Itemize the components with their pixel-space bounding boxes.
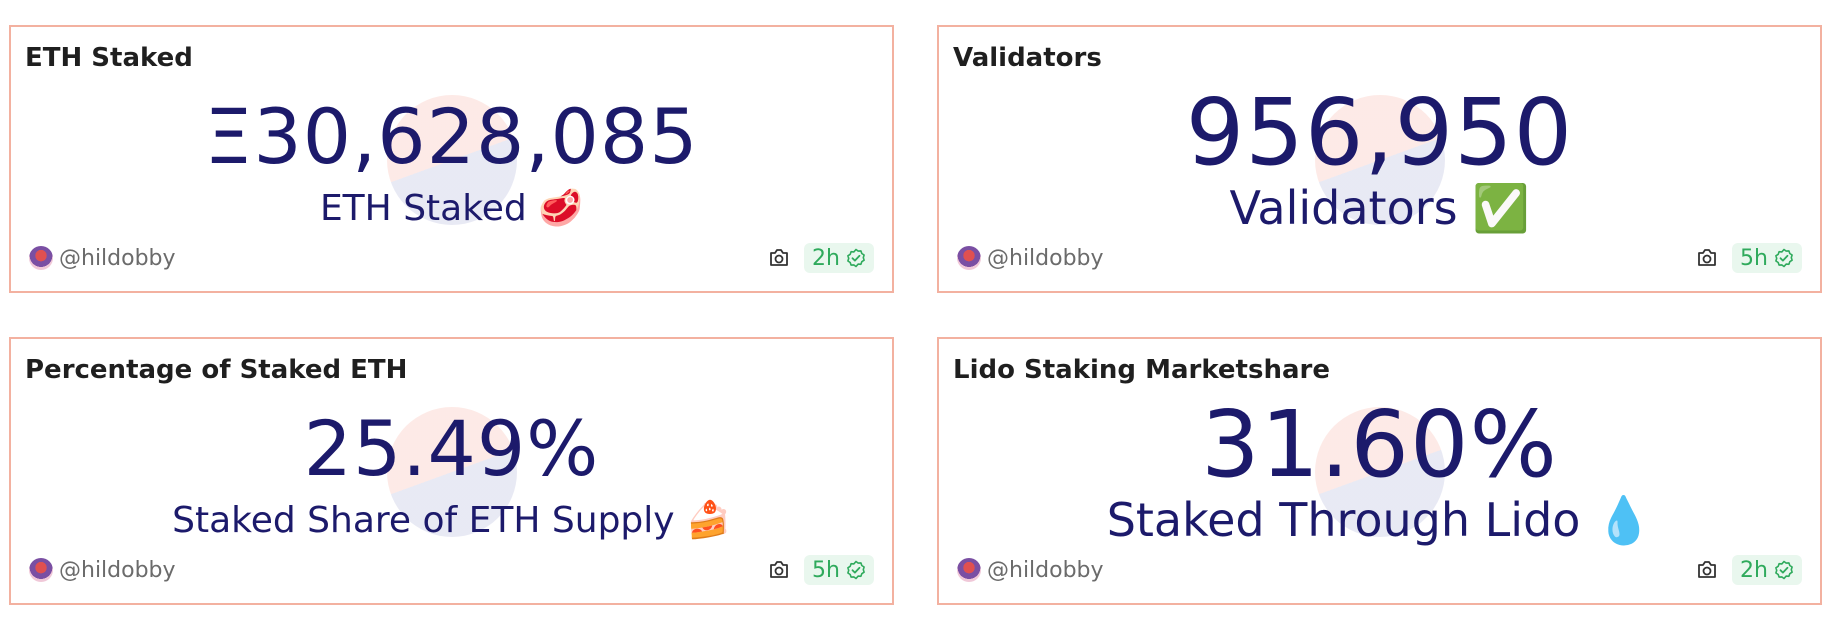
freshness-badge[interactable]: 5h: [804, 555, 874, 585]
card-actions: 2h: [766, 243, 874, 273]
check-circle-icon: [846, 248, 866, 268]
card-actions: 5h: [1694, 243, 1802, 273]
camera-icon[interactable]: [766, 557, 792, 583]
freshness-text: 5h: [812, 557, 840, 583]
check-circle-icon: [1774, 248, 1794, 268]
dashboard-grid: ETH Staked Ξ30,628,085 ETH Staked 🥩 @hil…: [0, 0, 1841, 629]
freshness-text: 2h: [1740, 557, 1768, 583]
author-name: @hildobby: [987, 557, 1104, 583]
camera-icon[interactable]: [1694, 557, 1720, 583]
author-name: @hildobby: [987, 245, 1104, 271]
card-title: Percentage of Staked ETH: [25, 355, 408, 385]
card-title: Validators: [953, 43, 1102, 73]
author-name: @hildobby: [59, 245, 176, 271]
counter-label: Staked Share of ETH Supply 🍰: [172, 500, 731, 541]
counter-value: Ξ30,628,085: [204, 92, 699, 181]
author-name: @hildobby: [59, 557, 176, 583]
counter-card-eth-staked[interactable]: ETH Staked Ξ30,628,085 ETH Staked 🥩 @hil…: [9, 25, 894, 293]
check-circle-icon: [1774, 560, 1794, 580]
counter-card-validators[interactable]: Validators 956,950 Validators ✅ @hildobb…: [937, 25, 1822, 293]
freshness-text: 5h: [1740, 245, 1768, 271]
avatar: [29, 558, 53, 582]
counter-value: 31.60%: [1201, 391, 1558, 498]
avatar: [29, 246, 53, 270]
freshness-badge[interactable]: 2h: [1732, 555, 1802, 585]
card-footer: @hildobby 2h: [29, 243, 874, 273]
counter-value: 25.49%: [303, 404, 600, 493]
avatar: [957, 558, 981, 582]
freshness-badge[interactable]: 2h: [804, 243, 874, 273]
camera-icon[interactable]: [1694, 245, 1720, 271]
card-title: Lido Staking Marketshare: [953, 355, 1330, 385]
counter-label: Staked Through Lido 💧: [1106, 493, 1653, 547]
counter-card-lido-marketshare[interactable]: Lido Staking Marketshare 31.60% Staked T…: [937, 337, 1822, 605]
counter-label: Validators ✅: [1229, 181, 1530, 235]
author-link[interactable]: @hildobby: [29, 243, 176, 273]
author-link[interactable]: @hildobby: [957, 243, 1104, 273]
author-link[interactable]: @hildobby: [957, 555, 1104, 585]
freshness-badge[interactable]: 5h: [1732, 243, 1802, 273]
camera-icon[interactable]: [766, 245, 792, 271]
avatar: [957, 246, 981, 270]
card-actions: 5h: [766, 555, 874, 585]
counter-label: ETH Staked 🥩: [319, 188, 584, 229]
card-footer: @hildobby 5h: [957, 243, 1802, 273]
card-footer: @hildobby 5h: [29, 555, 874, 585]
counter-card-percentage-staked[interactable]: Percentage of Staked ETH 25.49% Staked S…: [9, 337, 894, 605]
card-actions: 2h: [1694, 555, 1802, 585]
counter-value: 956,950: [1185, 79, 1574, 186]
freshness-text: 2h: [812, 245, 840, 271]
card-title: ETH Staked: [25, 43, 193, 73]
check-circle-icon: [846, 560, 866, 580]
card-footer: @hildobby 2h: [957, 555, 1802, 585]
author-link[interactable]: @hildobby: [29, 555, 176, 585]
